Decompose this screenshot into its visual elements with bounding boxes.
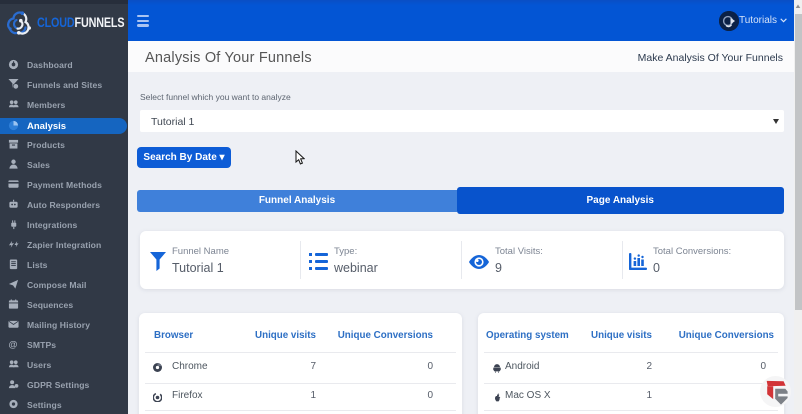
svg-text:@: @ [8,340,17,350]
